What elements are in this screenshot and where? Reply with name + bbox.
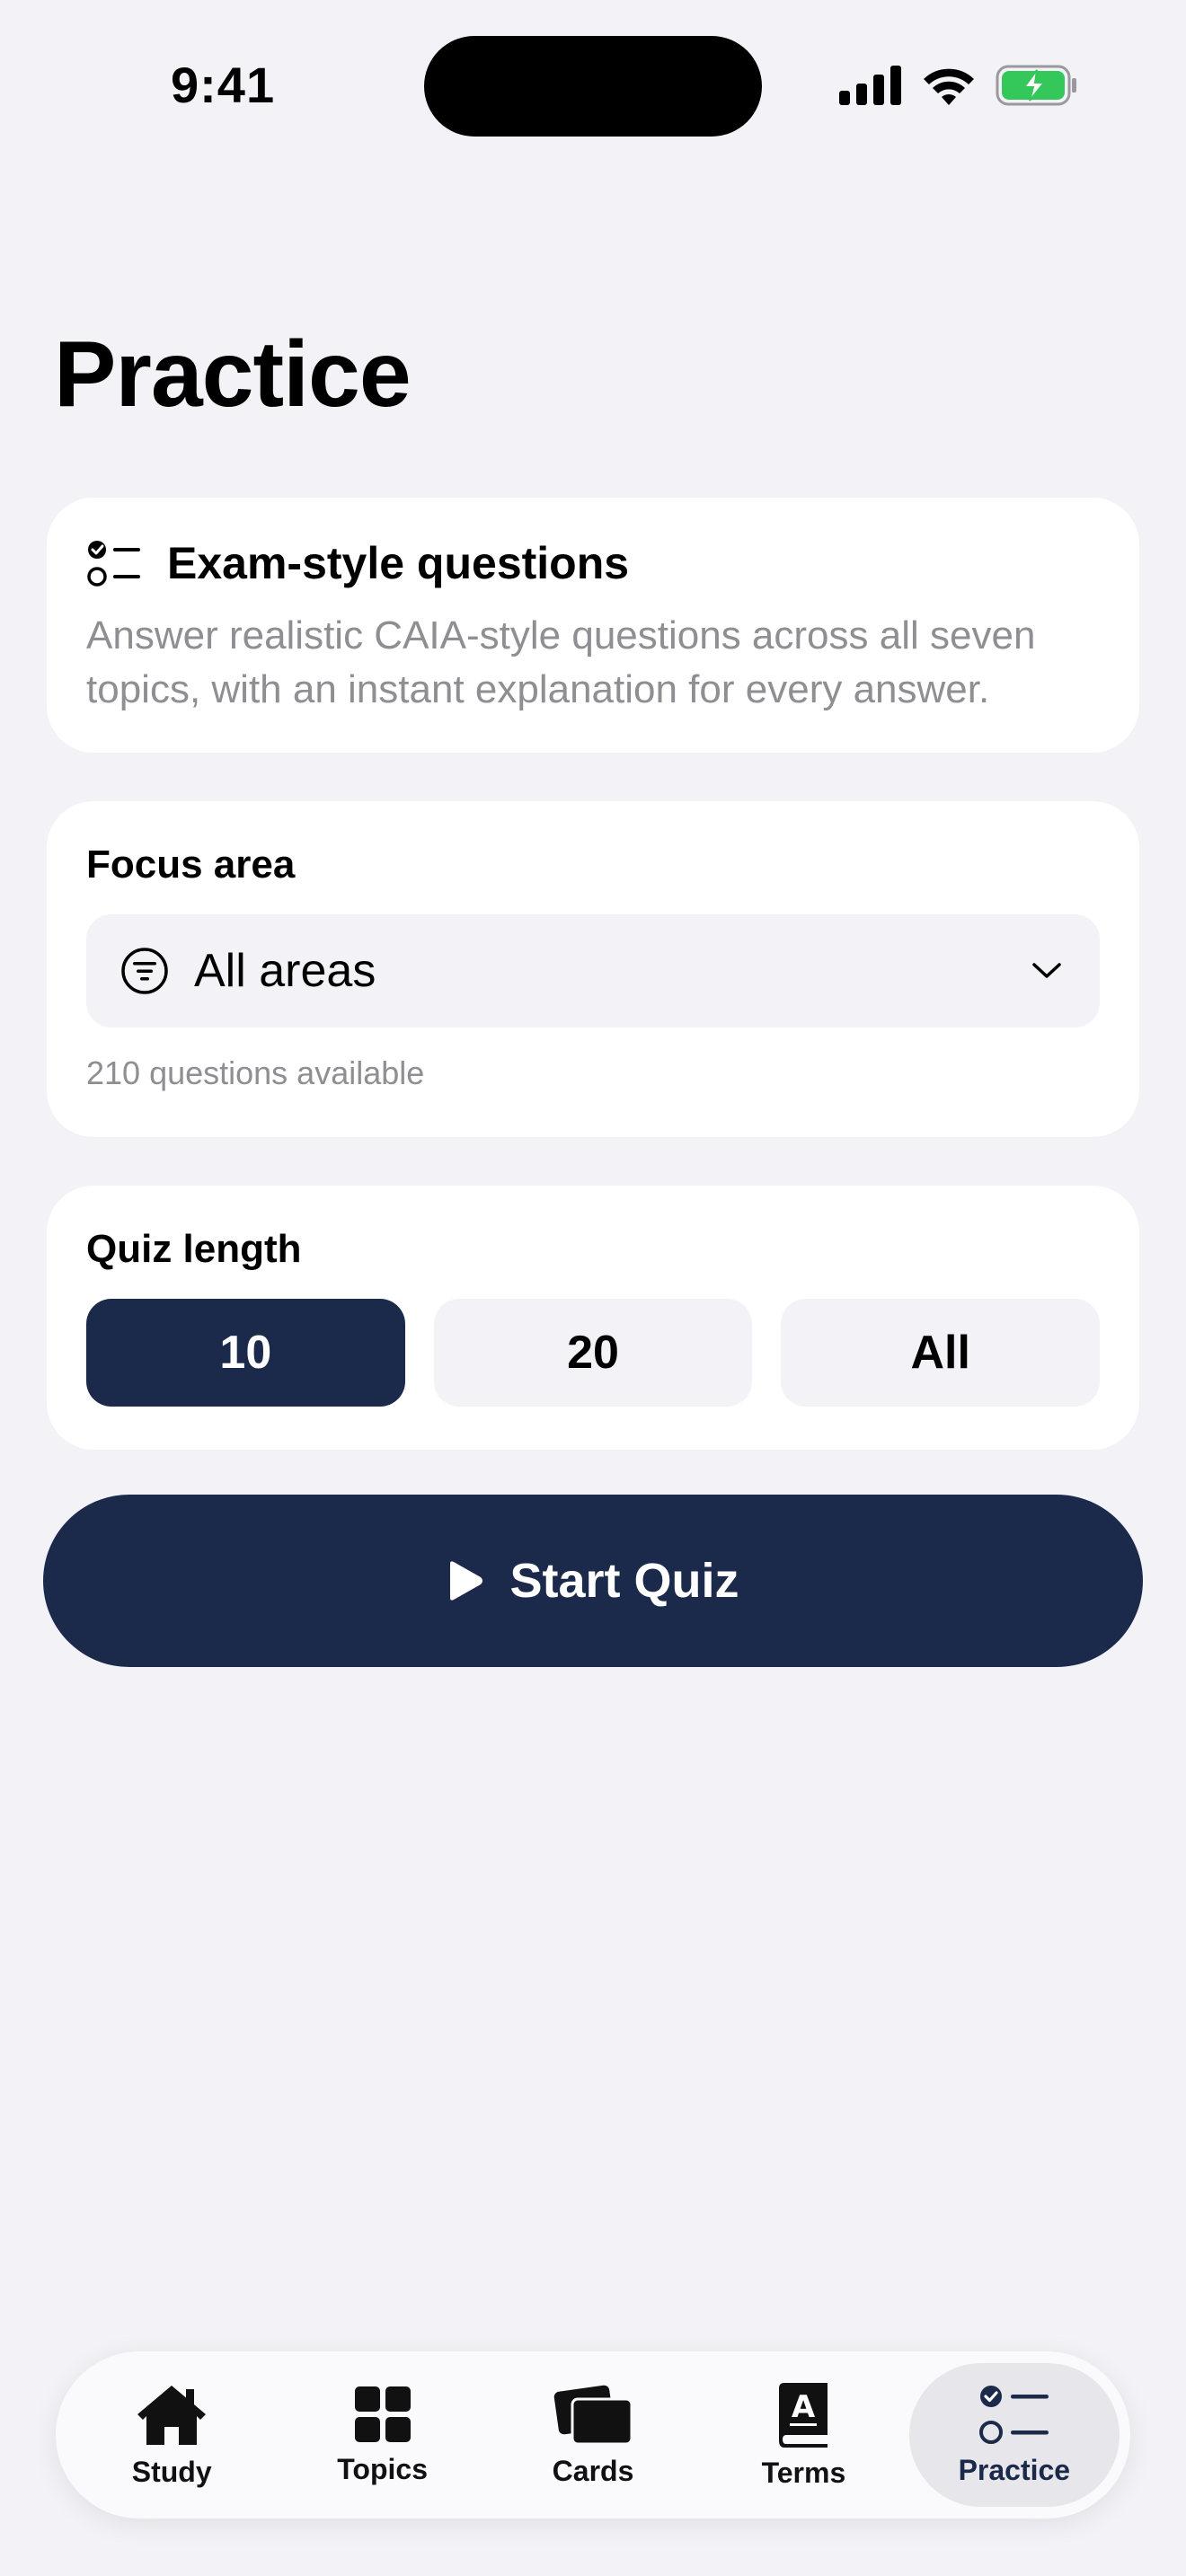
svg-text:A: A [792,2389,816,2425]
wifi-icon [924,68,974,105]
quiz-length-option-20[interactable]: 20 [433,1299,753,1407]
start-quiz-label: Start Quiz [509,1554,739,1608]
quiz-length-option-all[interactable]: All [781,1299,1101,1407]
cards-icon [553,2385,633,2445]
tab-study-label: Study [131,2455,212,2488]
tab-topics-label: Topics [337,2452,428,2485]
start-quiz-button[interactable]: Start Quiz [43,1495,1143,1667]
questions-available-text: 210 questions available [86,1054,425,1091]
tab-topics[interactable]: Topics [277,2363,487,2507]
grid-icon [354,2386,411,2442]
tab-bar: Study Topics Cards A Terms Practice [56,2351,1130,2519]
cellular-signal-icon [839,66,901,105]
house-icon [137,2385,207,2445]
filter-icon [121,948,168,994]
focus-area-label: Focus area [86,842,296,887]
quiz-length-label: Quiz length [86,1227,302,1271]
intro-card-title: Exam-style questions [167,538,630,588]
play-icon [450,1561,483,1601]
focus-area-selected-value: All areas [194,945,376,997]
chevron-down-icon [1032,963,1061,978]
page-title: Practice [54,322,412,427]
tab-terms[interactable]: A Terms [698,2363,908,2507]
checklist-icon [87,541,140,587]
tab-terms-label: Terms [761,2456,846,2489]
dictionary-icon: A [779,2382,828,2448]
status-time: 9:41 [171,57,276,113]
status-icons [839,63,1078,108]
focus-area-select[interactable]: All areas [86,914,1100,1028]
tab-study[interactable]: Study [66,2363,277,2507]
tab-cards[interactable]: Cards [488,2363,698,2507]
intro-card: Exam-style questions Answer realistic CA… [47,498,1139,753]
tab-practice[interactable]: Practice [908,2363,1120,2507]
focus-area-card: Focus area All areas 210 questions avail… [47,801,1139,1137]
quiz-length-card: Quiz length 10 20 All [47,1186,1139,1450]
dynamic-island [424,36,762,137]
checklist-icon [978,2385,1049,2444]
quiz-length-segmented-control: 10 20 All [86,1299,1101,1407]
quiz-length-option-10[interactable]: 10 [86,1299,405,1407]
intro-card-description: Answer realistic CAIA-style questions ac… [86,613,1036,711]
tab-practice-label: Practice [958,2453,1071,2486]
battery-charging-icon [996,65,1076,106]
tab-cards-label: Cards [552,2454,634,2487]
